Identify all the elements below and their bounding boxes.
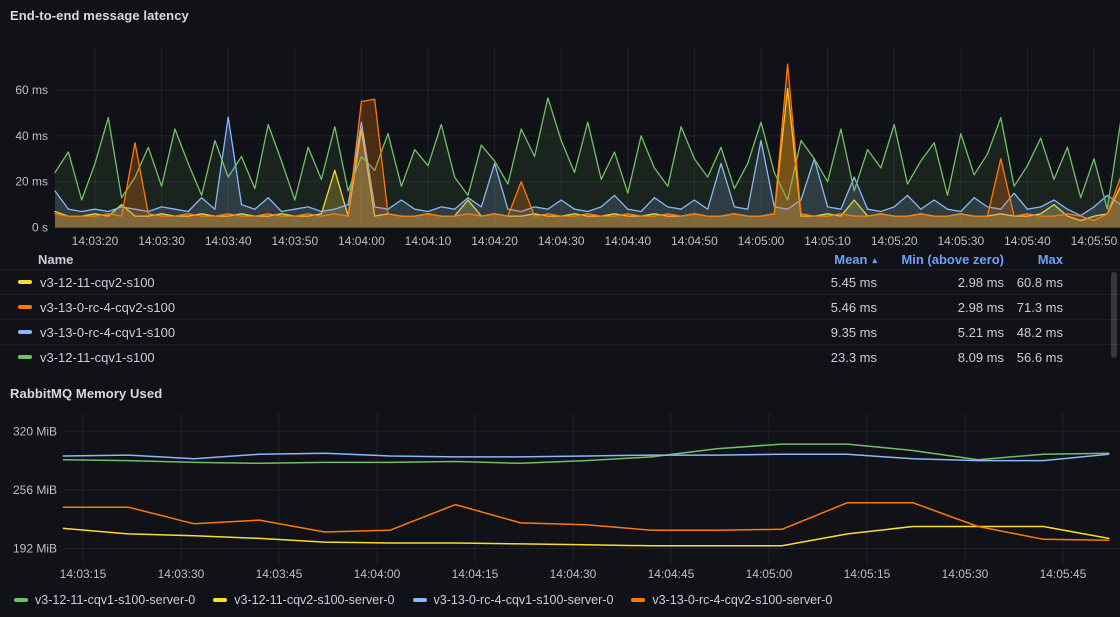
- column-header-mean-label: Mean: [834, 252, 867, 267]
- series-name-label: v3-13-0-rc-4-cqv2-s100: [40, 300, 175, 315]
- table-row: v3-13-0-rc-4-cqv1-s100 9.35 ms5.21 ms48.2…: [0, 319, 1120, 344]
- column-header-mean[interactable]: Mean ▴: [727, 252, 877, 267]
- x-tick-label: 14:05:15: [844, 567, 891, 581]
- x-tick-label: 14:05:00: [746, 567, 793, 581]
- x-tick-label: 14:05:50: [1071, 234, 1118, 248]
- table-row: v3-12-11-cqv2-s100 5.45 ms2.98 ms60.8 ms: [0, 269, 1120, 294]
- legend-color-dash-icon: [413, 598, 427, 602]
- legend-color-dash-icon: [213, 598, 227, 602]
- legend-item[interactable]: v3-12-11-cqv1-s100-server-0: [14, 593, 195, 607]
- legend-item[interactable]: v3-12-11-cqv2-s100-server-0: [213, 593, 394, 607]
- x-tick-label: 14:04:10: [405, 234, 452, 248]
- mean-value: 5.45 ms: [727, 275, 877, 290]
- y-tick-label: 60 ms: [15, 83, 48, 97]
- min-value: 5.21 ms: [877, 325, 1004, 340]
- y-tick-label: 0 s: [32, 221, 48, 235]
- series-name-label: v3-12-11-cqv1-s100: [40, 350, 155, 365]
- y-tick-label: 320 MiB: [13, 424, 57, 438]
- max-value: 60.8 ms: [1004, 275, 1063, 290]
- x-tick-label: 14:05:20: [871, 234, 918, 248]
- min-value: 8.09 ms: [877, 350, 1004, 365]
- y-tick-label: 40 ms: [15, 129, 48, 143]
- series-color-dash-icon: [18, 355, 32, 359]
- y-tick-label: 20 ms: [15, 175, 48, 189]
- x-tick-label: 14:05:30: [937, 234, 984, 248]
- x-tick-label: 14:03:45: [256, 567, 303, 581]
- column-header-name[interactable]: Name: [18, 252, 727, 267]
- series-line: [63, 527, 1108, 546]
- mean-value: 5.46 ms: [727, 300, 877, 315]
- legend-color-dash-icon: [631, 598, 645, 602]
- x-tick-label: 14:05:45: [1040, 567, 1087, 581]
- mean-value: 23.3 ms: [727, 350, 877, 365]
- series-name-cell[interactable]: v3-13-0-rc-4-cqv2-s100: [18, 300, 727, 315]
- legend-label: v3-12-11-cqv1-s100-server-0: [35, 593, 195, 607]
- series-name-label: v3-13-0-rc-4-cqv1-s100: [40, 325, 175, 340]
- sort-ascending-icon: ▴: [872, 255, 877, 265]
- x-tick-label: 14:04:50: [671, 234, 718, 248]
- series-fill: [55, 98, 1120, 228]
- x-tick-label: 14:04:00: [354, 567, 401, 581]
- memory-panel-title[interactable]: RabbitMQ Memory Used: [10, 386, 162, 401]
- latency-chart[interactable]: 14:03:20 14:03:30 14:03:40 14:03:50 14:04:00…: [0, 28, 1120, 250]
- legend-item[interactable]: v3-13-0-rc-4-cqv1-s100-server-0: [413, 593, 614, 607]
- x-tick-label: 14:04:15: [452, 567, 499, 581]
- series-name-cell[interactable]: v3-12-11-cqv2-s100: [18, 275, 727, 290]
- series-color-dash-icon: [18, 330, 32, 334]
- legend-color-dash-icon: [14, 598, 28, 602]
- memory-chart[interactable]: 14:03:15 14:03:30 14:03:45 14:04:00 14:04:15…: [0, 405, 1120, 585]
- memory-legend: v3-12-11-cqv1-s100-server-0 v3-12-11-cqv2…: [14, 593, 832, 607]
- x-tick-label: 14:04:40: [604, 234, 651, 248]
- series-line: [63, 453, 1108, 460]
- latency-table-header: Name Mean ▴ Min (above zero) Max: [0, 250, 1120, 269]
- x-tick-label: 14:05:30: [942, 567, 989, 581]
- max-value: 56.6 ms: [1004, 350, 1063, 365]
- legend-item[interactable]: v3-13-0-rc-4-cqv2-s100-server-0: [631, 593, 832, 607]
- grafana-dashboard: End-to-end message latency 14:03:2014:03…: [0, 0, 1120, 617]
- x-tick-label: 14:03:50: [271, 234, 318, 248]
- column-header-max[interactable]: Max: [1004, 252, 1063, 267]
- series-line: [63, 503, 1108, 541]
- series-color-dash-icon: [18, 280, 32, 284]
- x-tick-label: 14:03:20: [72, 234, 119, 248]
- series-name-cell[interactable]: v3-13-0-rc-4-cqv1-s100: [18, 325, 727, 340]
- x-tick-label: 14:03:30: [138, 234, 185, 248]
- x-tick-label: 14:03:40: [205, 234, 252, 248]
- x-tick-label: 14:05:00: [738, 234, 785, 248]
- x-tick-label: 14:04:45: [648, 567, 695, 581]
- table-scrollbar[interactable]: [1111, 272, 1117, 358]
- table-row: v3-12-11-cqv1-s100 23.3 ms8.09 ms56.6 ms: [0, 344, 1120, 369]
- x-tick-label: 14:05:40: [1004, 234, 1051, 248]
- x-tick-label: 14:04:30: [538, 234, 585, 248]
- x-tick-label: 14:04:00: [338, 234, 385, 248]
- x-tick-label: 14:03:15: [60, 567, 107, 581]
- series-name-label: v3-12-11-cqv2-s100: [40, 275, 155, 290]
- column-header-name-label: Name: [38, 252, 73, 267]
- legend-label: v3-13-0-rc-4-cqv2-s100-server-0: [652, 593, 832, 607]
- x-tick-label: 14:03:30: [158, 567, 205, 581]
- latency-legend-table: Name Mean ▴ Min (above zero) Max v3-12-11…: [0, 250, 1120, 369]
- series-color-dash-icon: [18, 305, 32, 309]
- x-tick-label: 14:04:20: [471, 234, 518, 248]
- max-value: 71.3 ms: [1004, 300, 1063, 315]
- y-tick-label: 256 MiB: [13, 483, 57, 497]
- x-tick-label: 14:04:30: [550, 567, 597, 581]
- legend-label: v3-13-0-rc-4-cqv1-s100-server-0: [434, 593, 614, 607]
- table-row: v3-13-0-rc-4-cqv2-s100 5.46 ms2.98 ms71.3…: [0, 294, 1120, 319]
- min-value: 2.98 ms: [877, 275, 1004, 290]
- legend-label: v3-12-11-cqv2-s100-server-0: [234, 593, 394, 607]
- latency-panel-title[interactable]: End-to-end message latency: [10, 8, 189, 23]
- column-header-min[interactable]: Min (above zero): [877, 252, 1004, 267]
- min-value: 2.98 ms: [877, 300, 1004, 315]
- x-tick-label: 14:05:10: [804, 234, 851, 248]
- series-name-cell[interactable]: v3-12-11-cqv1-s100: [18, 350, 727, 365]
- y-tick-label: 192 MiB: [13, 542, 57, 556]
- mean-value: 9.35 ms: [727, 325, 877, 340]
- max-value: 48.2 ms: [1004, 325, 1063, 340]
